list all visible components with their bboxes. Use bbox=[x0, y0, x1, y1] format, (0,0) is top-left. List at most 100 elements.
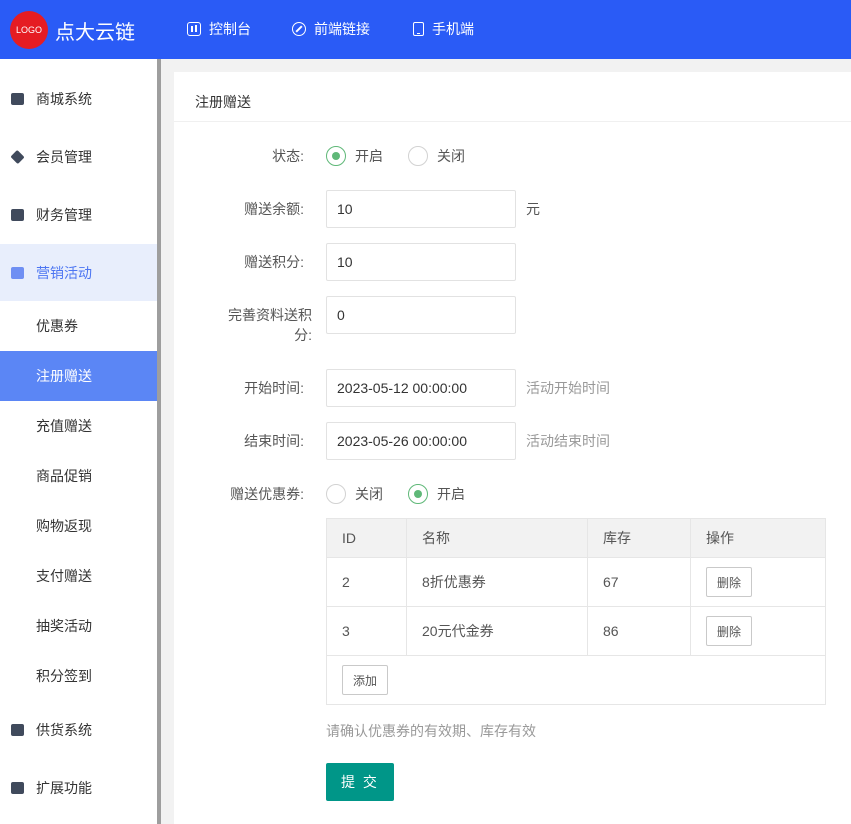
start-time-label: 开始时间: bbox=[244, 380, 304, 396]
sidebar-sub-lottery[interactable]: 抽奖活动 bbox=[0, 601, 157, 651]
divider bbox=[174, 121, 851, 122]
cell-stock: 86 bbox=[588, 607, 691, 655]
top-header: LOGO 点大云链 控制台 前端链接 手机端 bbox=[0, 0, 851, 59]
table-footer-row: 添加 bbox=[327, 656, 825, 704]
cell-action: 删除 bbox=[691, 607, 825, 655]
coupon-label: 赠送优惠券: bbox=[230, 486, 304, 502]
sidebar-sub-label: 抽奖活动 bbox=[36, 618, 92, 634]
sidebar-sub-cashback[interactable]: 购物返现 bbox=[0, 501, 157, 551]
table-header-row: ID 名称 库存 操作 bbox=[327, 519, 825, 558]
radio-label: 关闭 bbox=[355, 486, 383, 502]
submit-button[interactable]: 提 交 bbox=[326, 763, 394, 801]
coupon-off-radio[interactable]: 关闭 bbox=[326, 484, 383, 504]
header-action: 操作 bbox=[706, 530, 734, 546]
balance-label: 赠送余额: bbox=[244, 201, 304, 217]
sidebar-sub-label: 注册赠送 bbox=[36, 368, 92, 384]
sidebar-sub-payment-gift[interactable]: 支付赠送 bbox=[0, 551, 157, 601]
sidebar-item-marketing[interactable]: 营销活动 bbox=[0, 244, 157, 301]
sidebar-sub-checkin[interactable]: 积分签到 bbox=[0, 651, 157, 701]
radio-unchecked-icon bbox=[408, 146, 428, 166]
start-time-hint: 活动开始时间 bbox=[526, 380, 610, 396]
sidebar-sub-label: 充值赠送 bbox=[36, 418, 92, 434]
sidebar-sub-coupons[interactable]: 优惠券 bbox=[0, 301, 157, 351]
sidebar-sub-recharge-gift[interactable]: 充值赠送 bbox=[0, 401, 157, 451]
truck-icon bbox=[11, 724, 24, 736]
phone-icon bbox=[413, 22, 424, 36]
cell-action: 删除 bbox=[691, 558, 825, 606]
points-label: 赠送积分: bbox=[244, 254, 304, 270]
page-title: 注册赠送 bbox=[195, 94, 251, 110]
sidebar-item-label: 商城系统 bbox=[36, 91, 92, 107]
header-id: ID bbox=[327, 519, 407, 557]
delete-button[interactable]: 删除 bbox=[706, 616, 753, 646]
balance-input[interactable] bbox=[326, 190, 516, 228]
add-coupon-button[interactable]: 添加 bbox=[342, 665, 389, 695]
table-row: 2 8折优惠券 67 删除 bbox=[327, 558, 825, 607]
status-on-radio[interactable]: 开启 bbox=[326, 146, 383, 166]
table-row: 3 20元代金券 86 删除 bbox=[327, 607, 825, 656]
points-input[interactable] bbox=[326, 243, 516, 281]
puzzle-icon bbox=[11, 782, 24, 794]
sidebar-scrollbar[interactable] bbox=[157, 59, 161, 824]
nav-mobile[interactable]: 手机端 bbox=[413, 19, 474, 39]
sidebar-item-label: 财务管理 bbox=[36, 207, 92, 223]
start-time-input[interactable] bbox=[326, 369, 516, 407]
sidebar-sub-label: 优惠券 bbox=[36, 318, 78, 334]
radio-checked-icon bbox=[408, 484, 428, 504]
nav-frontend-links-label: 前端链接 bbox=[314, 21, 370, 37]
header-stock: 库存 bbox=[588, 519, 691, 557]
diamond-icon bbox=[10, 149, 25, 165]
link-icon bbox=[292, 22, 306, 36]
sidebar-item-label: 营销活动 bbox=[36, 264, 92, 281]
sidebar-sub-label: 购物返现 bbox=[36, 518, 92, 534]
radio-label: 开启 bbox=[437, 486, 465, 502]
nav-dashboard[interactable]: 控制台 bbox=[187, 19, 251, 39]
cell-id: 2 bbox=[327, 558, 407, 606]
profile-points-input[interactable] bbox=[326, 296, 516, 334]
balance-unit: 元 bbox=[526, 201, 540, 217]
nav-mobile-label: 手机端 bbox=[432, 21, 474, 37]
end-time-input[interactable] bbox=[326, 422, 516, 460]
radio-checked-icon bbox=[326, 146, 346, 166]
end-time-hint: 活动结束时间 bbox=[526, 433, 610, 449]
finance-icon bbox=[11, 209, 24, 221]
sidebar-sub-label: 积分签到 bbox=[36, 668, 92, 684]
nav-frontend-links[interactable]: 前端链接 bbox=[292, 19, 370, 39]
header-name: 名称 bbox=[407, 519, 588, 557]
sidebar-item-members[interactable]: 会员管理 bbox=[0, 128, 157, 186]
radio-label: 关闭 bbox=[437, 148, 465, 164]
nav-dashboard-label: 控制台 bbox=[209, 21, 251, 37]
end-time-label: 结束时间: bbox=[244, 433, 304, 449]
cell-id: 3 bbox=[327, 607, 407, 655]
delete-button[interactable]: 删除 bbox=[706, 567, 753, 597]
sidebar-sub-register-gift[interactable]: 注册赠送 bbox=[0, 351, 157, 401]
sidebar-item-label: 扩展功能 bbox=[36, 780, 92, 796]
sidebar-item-supply[interactable]: 供货系统 bbox=[0, 701, 157, 759]
sidebar-item-label: 供货系统 bbox=[36, 722, 92, 738]
cell-name: 20元代金券 bbox=[407, 607, 588, 655]
brand-name: 点大云链 bbox=[55, 22, 135, 44]
gift-icon bbox=[11, 266, 24, 279]
sidebar-item-extensions[interactable]: 扩展功能 bbox=[0, 759, 157, 817]
radio-label: 开启 bbox=[355, 148, 383, 164]
sidebar-item-finance[interactable]: 财务管理 bbox=[0, 186, 157, 244]
sidebar-sub-product-promo[interactable]: 商品促销 bbox=[0, 451, 157, 501]
radio-unchecked-icon bbox=[326, 484, 346, 504]
sidebar-sub-label: 商品促销 bbox=[36, 468, 92, 484]
dashboard-icon bbox=[187, 22, 201, 36]
cell-name: 8折优惠券 bbox=[407, 558, 588, 606]
sidebar-item-shop-system[interactable]: 商城系统 bbox=[0, 70, 157, 128]
sidebar-sub-label: 支付赠送 bbox=[36, 568, 92, 584]
main-panel: 注册赠送 状态: 开启 关闭 赠送余额: 元 赠送积分: 完善资料送积分: 开始… bbox=[174, 72, 851, 824]
status-label: 状态: bbox=[272, 148, 304, 164]
coupon-table: ID 名称 库存 操作 2 8折优惠券 67 删除 3 20元代金券 86 删除… bbox=[326, 518, 826, 705]
logo-text: LOGO bbox=[15, 25, 42, 35]
logo: LOGO bbox=[10, 11, 48, 49]
profile-points-label: 完善资料送积分: bbox=[228, 307, 312, 343]
coupon-on-radio[interactable]: 开启 bbox=[408, 484, 465, 504]
status-off-radio[interactable]: 关闭 bbox=[408, 146, 465, 166]
shop-bag-icon bbox=[11, 93, 24, 105]
sidebar-item-label: 会员管理 bbox=[36, 149, 92, 165]
coupon-hint: 请确认优惠券的有效期、库存有效 bbox=[326, 723, 536, 739]
cell-stock: 67 bbox=[588, 558, 691, 606]
